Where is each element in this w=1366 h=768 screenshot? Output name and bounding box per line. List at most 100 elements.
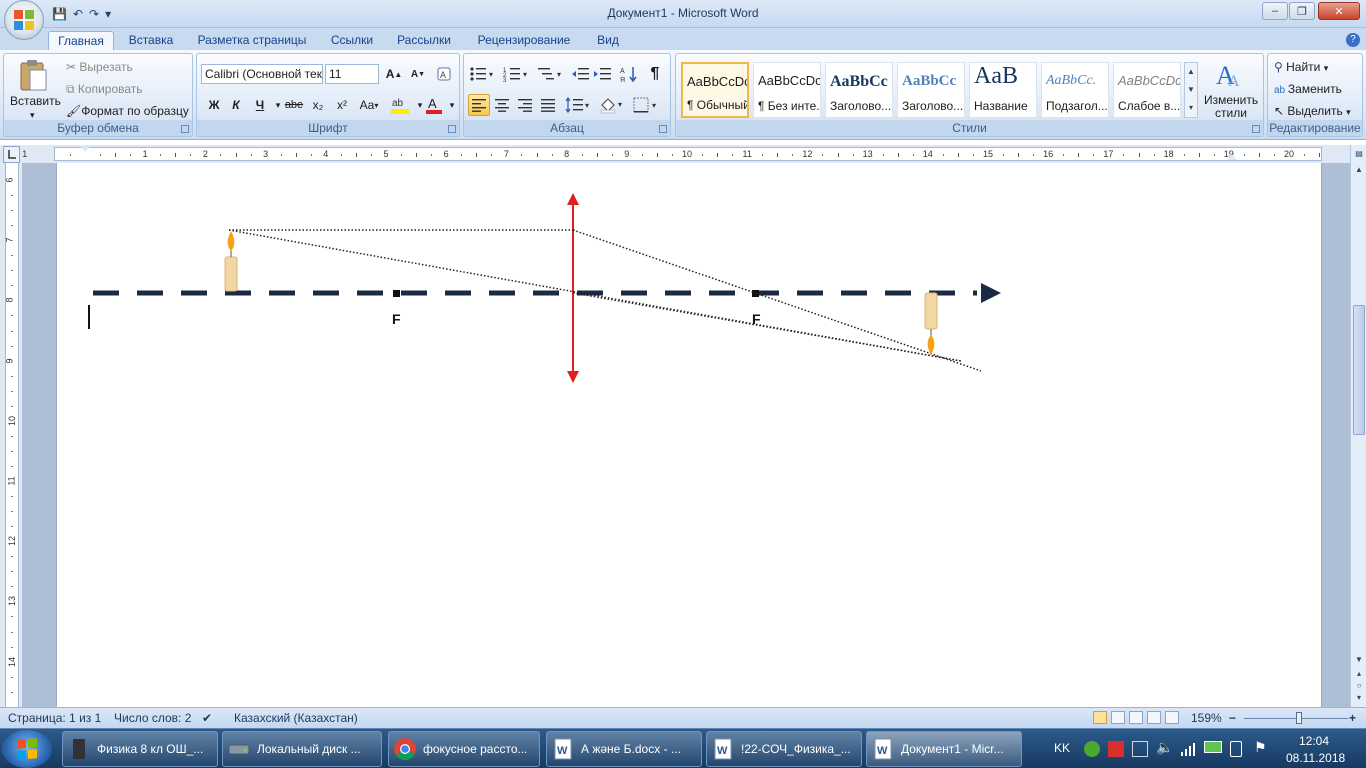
borders-icon[interactable]: ▾	[632, 94, 660, 116]
style-no-spacing[interactable]: AaBbCcDc ¶ Без инте...	[753, 62, 821, 118]
paragraph-launcher-icon[interactable]	[659, 125, 667, 133]
maximize-button[interactable]: ❐	[1289, 2, 1315, 20]
taskbar-item-local-disk[interactable]: Локальный диск ...	[222, 731, 382, 767]
left-indent-marker[interactable]	[80, 146, 90, 152]
italic-button[interactable]: К	[225, 94, 247, 116]
replace-button[interactable]: ab Заменить	[1274, 82, 1342, 96]
shading-icon[interactable]: ▾	[598, 94, 626, 116]
align-center-icon[interactable]	[491, 94, 513, 116]
tab-references[interactable]: Ссылки	[322, 31, 382, 50]
taskbar-item-physics-folder[interactable]: Физика 8 кл ОШ_...	[62, 731, 218, 767]
taskbar-item-word-doc-a[interactable]: W А және Б.docx - ...	[546, 731, 702, 767]
taskbar-item-word-doc-soch[interactable]: W !22-СОЧ_Физика_...	[706, 731, 862, 767]
font-launcher-icon[interactable]	[448, 125, 456, 133]
bold-button[interactable]: Ж	[203, 94, 225, 116]
zoom-in-button[interactable]: +	[1349, 711, 1356, 725]
print-layout-icon[interactable]	[1093, 711, 1107, 724]
office-button[interactable]	[4, 0, 44, 40]
input-language[interactable]: KK	[1054, 741, 1070, 755]
sort-icon[interactable]: AЯ	[618, 63, 640, 85]
change-styles-icon[interactable]: AA	[1214, 60, 1246, 90]
zoom-out-button[interactable]: −	[1229, 711, 1236, 725]
ruler-scale[interactable]: 1 1 2 3 4 5 6 7 8 9 10 11 12 13 14 15 16 17 18 19 20	[22, 146, 1322, 161]
help-icon[interactable]: ?	[1346, 33, 1360, 47]
close-button[interactable]: ✕	[1318, 2, 1360, 20]
style-subtitle[interactable]: AaBbCc. Подзагол...	[1041, 62, 1109, 118]
align-right-icon[interactable]	[514, 94, 536, 116]
show-formatting-button[interactable]: ¶	[644, 63, 666, 85]
style-heading-2[interactable]: AaBbCc Заголово...	[897, 62, 965, 118]
subscript-button[interactable]: x₂	[307, 94, 329, 116]
tab-page-layout[interactable]: Разметка страницы	[190, 31, 314, 50]
bullets-icon[interactable]: ▾	[468, 63, 498, 85]
scroll-thumb[interactable]	[1353, 305, 1365, 435]
full-screen-reading-icon[interactable]	[1111, 711, 1125, 724]
grow-font-button[interactable]: A ▲	[383, 63, 405, 85]
tab-insert[interactable]: Вставка	[120, 31, 182, 50]
zoom-level[interactable]: 159%	[1191, 711, 1222, 725]
font-size-select[interactable]: 11	[325, 64, 379, 84]
style-title[interactable]: AaB Название	[969, 62, 1037, 118]
torrent-icon[interactable]	[1084, 741, 1100, 757]
numbering-icon[interactable]: 1 2 3 ▾	[502, 63, 532, 85]
style-heading-1[interactable]: AaBbCc Заголово...	[825, 62, 893, 118]
tab-selector-icon[interactable]	[3, 146, 20, 163]
highlight-icon[interactable]: ab	[389, 94, 411, 116]
find-button[interactable]: ⚲ Найти ▾	[1274, 60, 1328, 74]
cut-button[interactable]: ✂ Вырезать	[66, 60, 133, 74]
style-normal[interactable]: AaBbCcDc ¶ Обычный	[681, 62, 749, 118]
taskbar-item-document1[interactable]: W Документ1 - Micr...	[866, 731, 1022, 767]
next-page-icon[interactable]: ▾	[1352, 691, 1366, 705]
minimize-button[interactable]: –	[1262, 2, 1288, 20]
right-indent-marker[interactable]	[1227, 154, 1237, 160]
strikethrough-button[interactable]: abe	[283, 94, 305, 116]
change-styles-button[interactable]: Изменить стили	[1204, 94, 1258, 120]
shrink-font-button[interactable]: A ▼	[407, 63, 429, 85]
font-color-dropdown-icon[interactable]: ▾	[441, 94, 463, 116]
font-family-select[interactable]: Calibri (Основной текст)	[201, 64, 323, 84]
styles-scroll-icon[interactable]: ▲ ▼ ▾	[1184, 62, 1198, 118]
change-case-button[interactable]: Aa ▾	[355, 94, 383, 116]
tab-home[interactable]: Главная	[48, 31, 114, 50]
clock-time[interactable]: 12:04	[1299, 734, 1359, 748]
justify-icon[interactable]	[537, 94, 559, 116]
style-subtle-emphasis[interactable]: AaBbCcDc Слабое в...	[1113, 62, 1181, 118]
proofing-icon[interactable]: ✔	[202, 711, 212, 725]
ruler-toggle-icon[interactable]: ▤	[1352, 147, 1366, 161]
document-page[interactable]: F F	[56, 163, 1322, 707]
antivirus-icon[interactable]	[1108, 741, 1124, 757]
increase-indent-icon[interactable]	[592, 63, 614, 85]
clipboard-launcher-icon[interactable]	[181, 125, 189, 133]
word-count[interactable]: Число слов: 2	[114, 711, 191, 725]
decrease-indent-icon[interactable]	[570, 63, 592, 85]
draft-icon[interactable]	[1165, 711, 1179, 724]
display-icon[interactable]	[1132, 741, 1148, 757]
scroll-down-icon[interactable]: ▼	[1352, 653, 1366, 667]
zoom-slider-thumb[interactable]	[1296, 712, 1302, 724]
styles-launcher-icon[interactable]	[1252, 125, 1260, 133]
vertical-scrollbar[interactable]: ▤ ▲ ▼ ▴ ○ ▾	[1350, 145, 1366, 707]
paste-button[interactable]: Вставить	[10, 94, 61, 108]
battery-icon[interactable]	[1204, 741, 1222, 753]
clock-date[interactable]: 08.11.2018	[1286, 751, 1345, 765]
select-button[interactable]: ↖ Выделить ▾	[1274, 104, 1351, 118]
tab-review[interactable]: Рецензирование	[468, 31, 580, 50]
align-left-icon[interactable]	[468, 94, 490, 116]
tab-mailings[interactable]: Рассылки	[390, 31, 458, 50]
volume-icon[interactable]: 🔈	[1156, 739, 1173, 756]
page-count[interactable]: Страница: 1 из 1	[8, 711, 101, 725]
language-indicator[interactable]: Казахский (Казахстан)	[234, 711, 358, 725]
copy-button[interactable]: ⧉ Копировать	[66, 82, 143, 97]
line-spacing-icon[interactable]: ▾	[564, 94, 592, 116]
scroll-up-icon[interactable]: ▲	[1352, 163, 1366, 177]
web-layout-icon[interactable]	[1129, 711, 1143, 724]
start-button[interactable]	[2, 730, 52, 768]
outline-icon[interactable]	[1147, 711, 1161, 724]
tab-view[interactable]: Вид	[588, 31, 628, 50]
clear-format-icon[interactable]: A	[433, 63, 455, 85]
flag-notification-icon[interactable]: ⚑	[1254, 739, 1267, 756]
format-painter-button[interactable]: 🖌Формат по образцу	[66, 104, 189, 118]
superscript-button[interactable]: x²	[331, 94, 353, 116]
taskbar-item-chrome[interactable]: фокусное рассто...	[388, 731, 540, 767]
network-signal-icon[interactable]	[1180, 741, 1198, 760]
